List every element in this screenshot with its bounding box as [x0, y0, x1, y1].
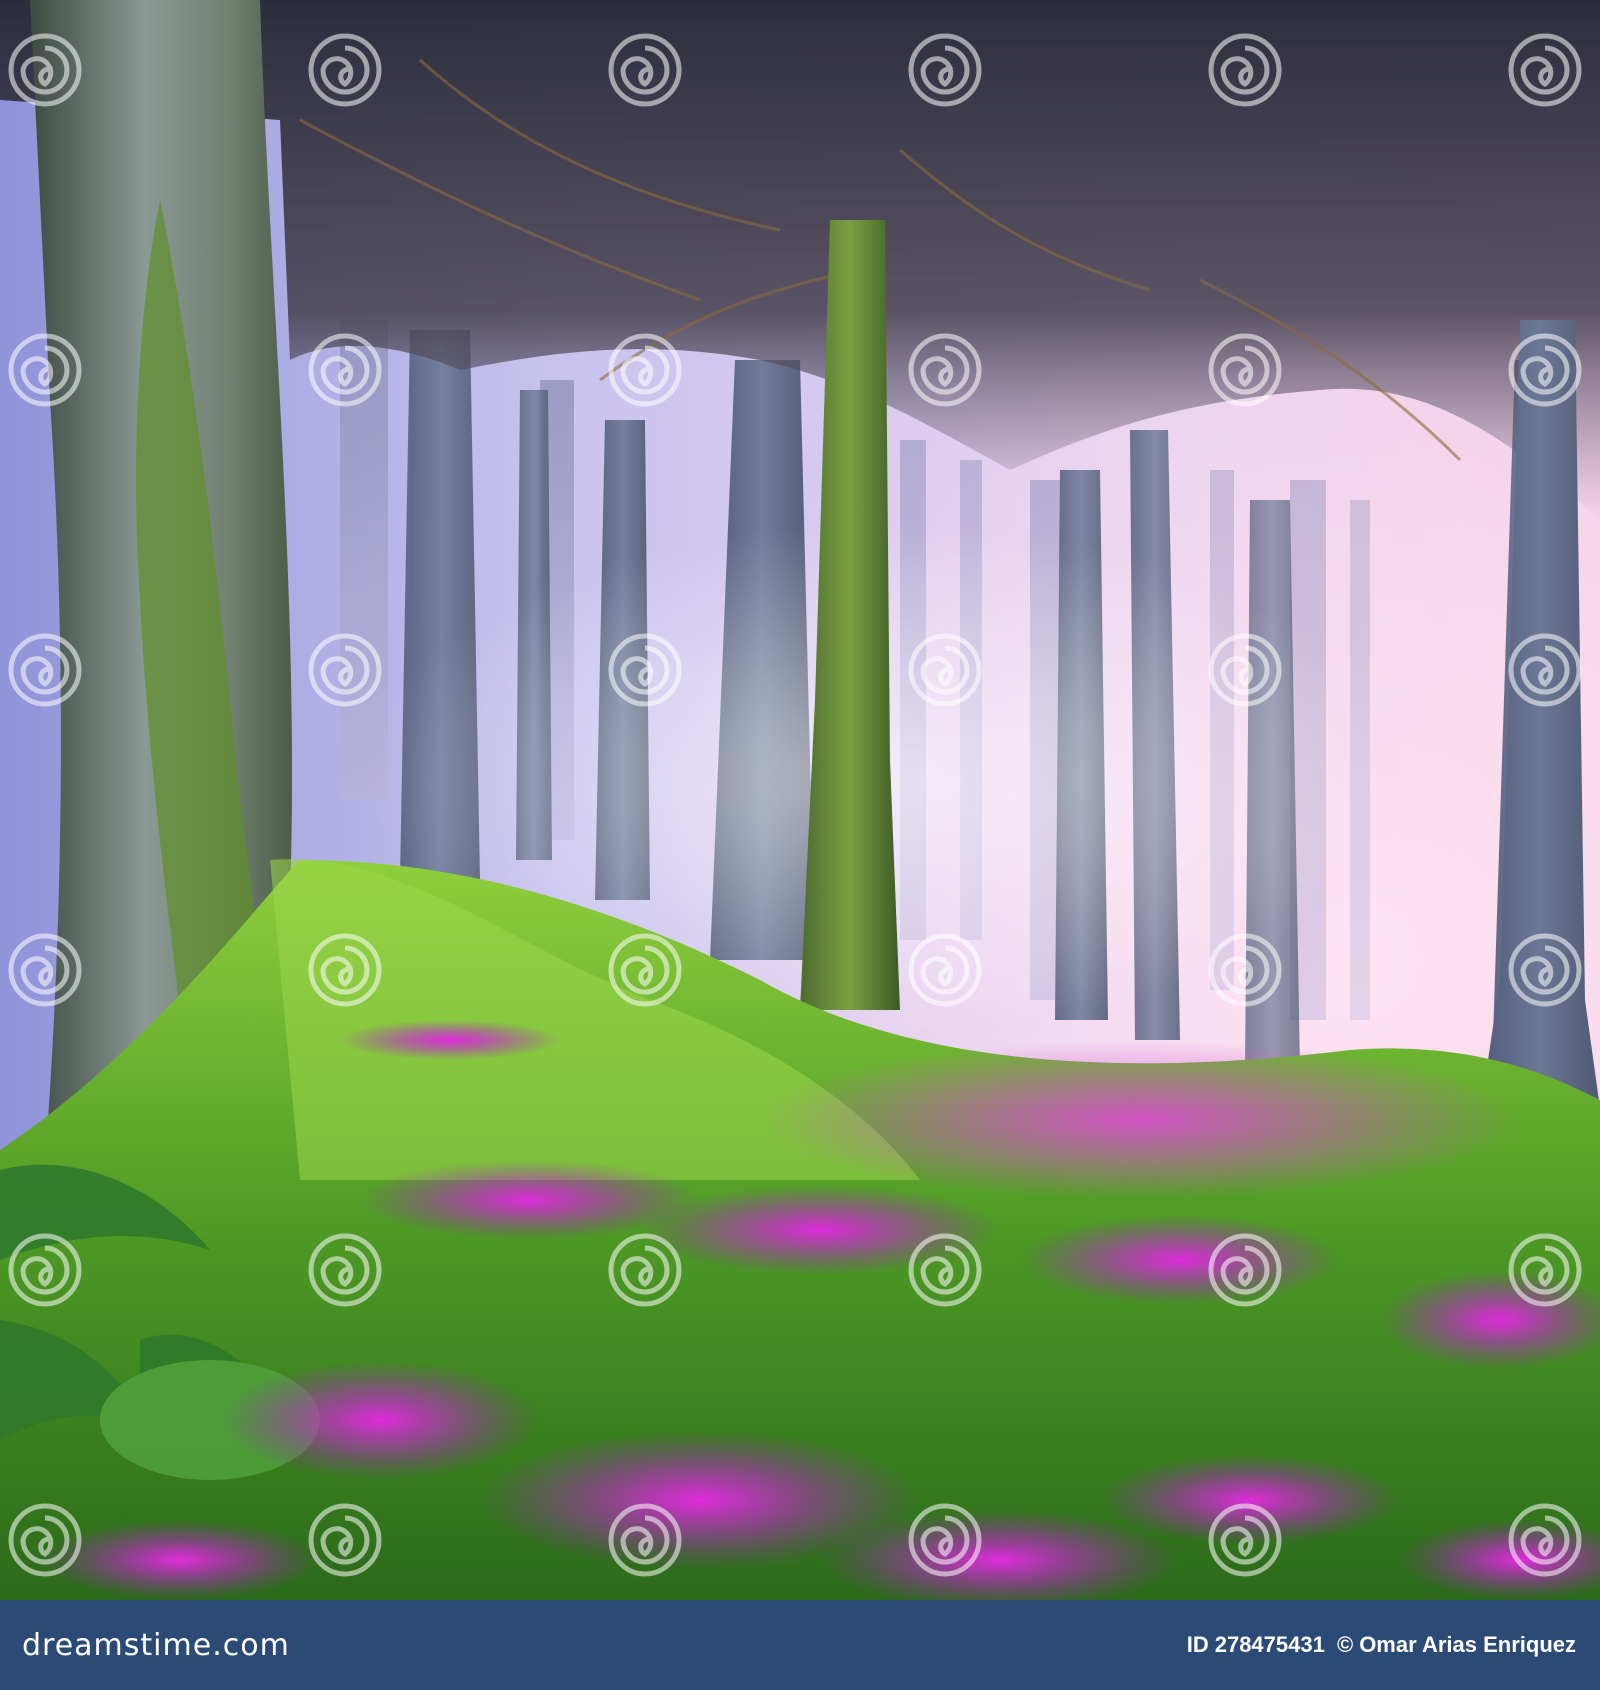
author-name: Omar Arias Enriquez [1359, 1632, 1576, 1657]
image-id-value: 278475431 [1214, 1632, 1325, 1657]
footer-credit: ID 278475431 © Omar Arias Enriquez [1181, 1632, 1576, 1658]
forest-photo [0, 0, 1600, 1600]
pink-flower-path [760, 1040, 1520, 1200]
copyright-symbol: © [1336, 1632, 1354, 1657]
image-id-label: ID [1186, 1632, 1209, 1657]
stock-photo-frame: dreamstime.com ID 278475431 © Omar Arias E… [0, 0, 1600, 1690]
footer-brand: dreamstime.com [22, 1627, 290, 1663]
stock-footer-bar: dreamstime.com ID 278475431 © Omar Arias E… [0, 1600, 1600, 1690]
